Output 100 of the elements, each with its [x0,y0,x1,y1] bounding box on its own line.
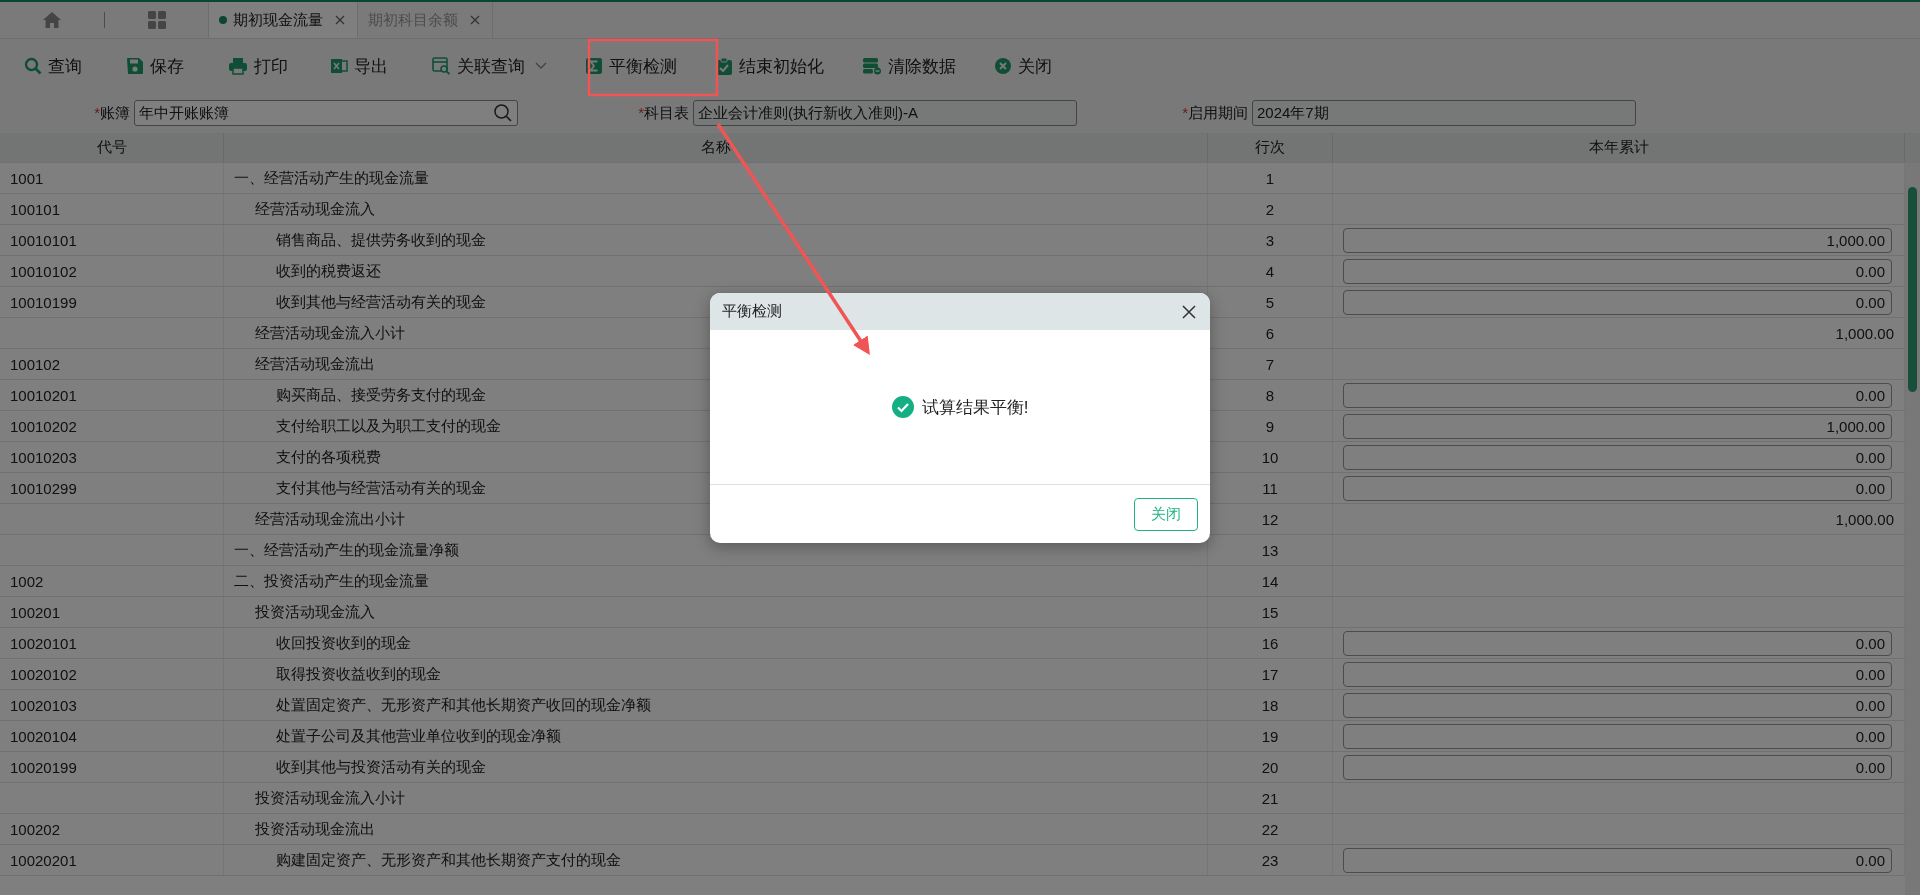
input-field[interactable]: 企业会计准则(执行新收入准则)-A [693,100,1077,126]
toolbar-button[interactable]: 结束初始化 [703,48,836,84]
code-cell: 100101 [10,200,61,218]
line-number: 13 [1261,541,1279,559]
code-cell: 100202 [10,820,61,838]
name-cell: 一、经营活动产生的现金流量净额 [234,540,459,560]
search-icon [493,103,513,123]
name-cell: 二、投资活动产生的现金流量 [234,571,429,591]
caret-icon [535,62,547,70]
line-number: 16 [1261,634,1279,652]
home-icon [42,11,62,29]
amount-field[interactable]: 0.00 [1343,475,1892,501]
name-cell: 收到其他与投资活动有关的现金 [276,757,486,777]
name-cell: 投资活动现金流入 [255,602,375,622]
line-number: 3 [1265,231,1275,249]
code-cell: 10010299 [10,479,77,497]
line-number: 5 [1265,293,1275,311]
search-icon [24,57,42,75]
line-number: 17 [1261,665,1279,683]
name-cell: 投资活动现金流出 [255,819,375,839]
line-number: 2 [1265,200,1275,218]
amount-field[interactable]: 0.00 [1343,847,1892,873]
code-cell: 1002 [10,572,44,590]
amount-field[interactable]: 0.00 [1343,630,1892,656]
amount-field[interactable]: 0.00 [1343,723,1892,749]
printer-icon [228,57,248,75]
code-cell: 10020104 [10,727,77,745]
line-number: 15 [1261,603,1279,621]
close-icon [1182,304,1196,319]
amount-field[interactable]: 0.00 [1343,692,1892,718]
line-number: 10 [1261,448,1279,466]
name-cell: 经营活动现金流出 [255,354,375,374]
input-field[interactable]: 2024年7期 [1252,100,1636,126]
line-number: 20 [1261,758,1279,776]
toolbar-button[interactable]: 关闭 [982,48,1070,84]
subtotal-amount: 1,000.00 [1835,510,1894,528]
code-cell: 10020201 [10,851,77,869]
name-cell: 支付其他与经营活动有关的现金 [276,478,486,498]
toolbar-button[interactable]: 打印 [216,48,304,84]
toolbar-button[interactable]: 平衡检测 [573,48,689,84]
line-number: 14 [1261,572,1279,590]
column-header: 代号 [0,133,224,162]
name-cell: 经营活动现金流出小计 [255,509,405,529]
name-cell: 收到的税费返还 [276,261,381,281]
line-number: 9 [1265,417,1275,435]
name-cell: 收回投资收到的现金 [276,633,411,653]
code-cell: 100102 [10,355,61,373]
amount-field[interactable]: 1,000.00 [1343,227,1892,253]
line-number: 7 [1265,355,1275,373]
name-cell: 购建固定资产、无形资产和其他长期资产支付的现金 [276,850,621,870]
window-search-icon [432,57,451,75]
input-field[interactable]: 年中开账账簿 [134,100,518,126]
name-cell: 支付给职工以及为职工支付的现金 [276,416,501,436]
active-dot [219,16,227,24]
line-number: 23 [1261,851,1279,869]
name-cell: 销售商品、提供劳务收到的现金 [276,230,486,250]
toolbar-button[interactable]: 导出 [318,48,406,84]
amount-field[interactable]: 0.00 [1343,754,1892,780]
toolbar-button[interactable]: 保存 [114,48,202,84]
toolbar-button[interactable]: 清除数据 [850,48,968,84]
name-cell: 支付的各项税费 [276,447,381,467]
code-cell: 100201 [10,603,61,621]
line-number: 1 [1265,169,1275,187]
line-number: 8 [1265,386,1275,404]
line-number: 4 [1265,262,1275,280]
amount-field[interactable]: 0.00 [1343,444,1892,470]
line-number: 12 [1261,510,1279,528]
dialog-title: 平衡检测 [722,302,782,321]
line-number: 19 [1261,727,1279,745]
scrollbar[interactable] [1905,133,1920,895]
column-header: 行次 [1208,133,1333,162]
toolbar-button[interactable]: 关联查询 [420,48,559,84]
close-button[interactable]: 关闭 [1134,497,1198,531]
name-cell: 购买商品、接受劳务支付的现金 [276,385,486,405]
amount-field[interactable]: 0.00 [1343,661,1892,687]
name-cell: 处置固定资产、无形资产和其他长期资产收回的现金净额 [276,695,651,715]
field-label: *启用期间 [1181,103,1248,123]
close-button[interactable] [1180,302,1198,321]
close-icon [470,15,480,25]
code-cell: 10010102 [10,262,77,280]
amount-field[interactable]: 0.00 [1343,289,1892,315]
name-cell: 收到其他与经营活动有关的现金 [276,292,486,312]
line-number: 11 [1262,479,1278,497]
grid-icon [146,10,167,30]
code-cell: 10010101 [10,231,77,249]
code-cell: 10010202 [10,417,77,435]
code-cell: 10010199 [10,293,77,311]
amount-field[interactable]: 0.00 [1343,258,1892,284]
tab[interactable]: 期初现金流量 [209,2,358,38]
name-cell: 经营活动现金流入 [255,199,375,219]
toolbar-button[interactable]: 查询 [12,48,100,84]
line-number: 21 [1261,789,1279,807]
amount-field[interactable]: 0.00 [1343,382,1892,408]
save-icon [126,57,144,75]
line-number: 22 [1261,820,1279,838]
name-cell: 处置子公司及其他营业单位收到的现金净额 [276,726,561,746]
code-cell: 1001 [10,169,44,187]
column-header: 名称 [224,133,1208,162]
close-icon [335,15,345,25]
amount-field[interactable]: 1,000.00 [1343,413,1892,439]
